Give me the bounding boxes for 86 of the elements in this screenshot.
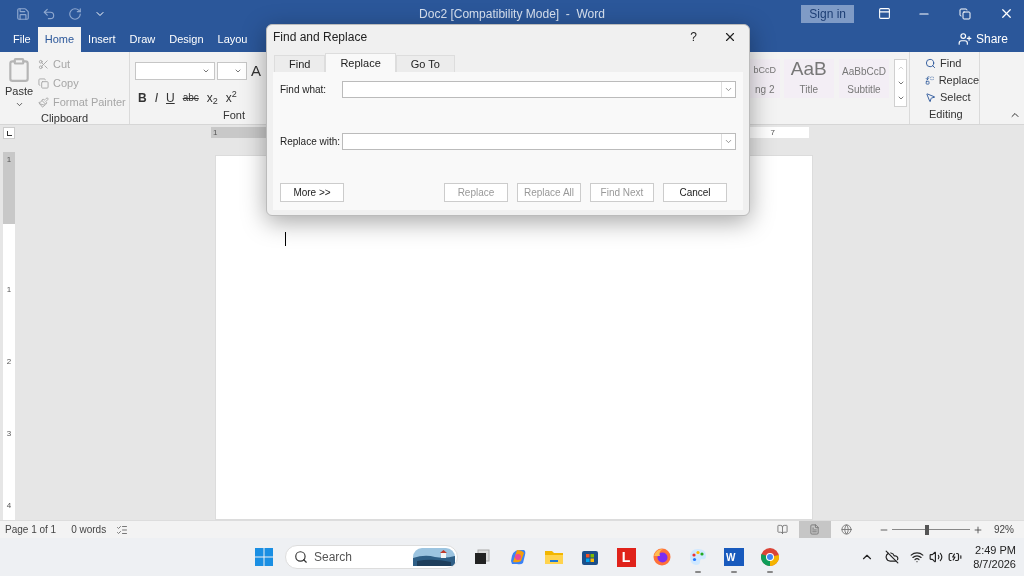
- field-label: Replace with:: [280, 135, 342, 149]
- book-icon: [777, 524, 789, 535]
- close-icon[interactable]: [999, 6, 1014, 21]
- zoom-slider[interactable]: [892, 524, 970, 535]
- close-icon[interactable]: [723, 30, 737, 44]
- globe-icon: [841, 524, 853, 535]
- field-label: Find what:: [280, 83, 328, 97]
- combo-field[interactable]: [342, 133, 736, 150]
- share-button[interactable]: Share: [957, 30, 1008, 48]
- speaker-icon[interactable]: [929, 550, 944, 564]
- word-count[interactable]: 0 words: [71, 522, 107, 537]
- dialog-tab[interactable]: Find: [274, 55, 326, 72]
- copy-icon: [38, 77, 49, 89]
- ribbon-tab[interactable]: Insert: [81, 27, 123, 52]
- ribbon-tab[interactable]: Layou: [210, 27, 255, 52]
- format-button[interactable]: U: [166, 88, 175, 107]
- page-count[interactable]: Page 1 of 1: [5, 522, 57, 537]
- dropdown-icon: [724, 137, 733, 146]
- grow-font-button[interactable]: A: [251, 60, 261, 83]
- ribbon-tab[interactable]: Home: [37, 27, 82, 52]
- paste-button[interactable]: Paste: [0, 55, 38, 110]
- style-option[interactable]: AaBbCcD Subtitle: [838, 59, 890, 98]
- replace-icon: [925, 74, 935, 86]
- view-button[interactable]: [799, 521, 831, 538]
- clipboard-icon: [6, 57, 32, 83]
- help-button[interactable]: ?: [690, 28, 697, 46]
- clock[interactable]: 2:49 PM 8/7/2026: [973, 543, 1016, 571]
- group-label: Clipboard: [40, 111, 89, 126]
- brush-icon: [38, 96, 49, 108]
- dialog-tab[interactable]: Replace: [325, 53, 396, 72]
- style-option[interactable]: bCcD ng 2: [750, 59, 780, 98]
- dropdown-icon: [724, 85, 733, 94]
- ribbon-tab[interactable]: Draw: [122, 27, 163, 52]
- styles-scroll-bar[interactable]: [894, 59, 907, 107]
- zoom-level[interactable]: 92%: [994, 522, 1014, 537]
- ribbon-display-icon[interactable]: [878, 7, 891, 20]
- zoom-in-icon[interactable]: [973, 524, 983, 535]
- wifi-icon[interactable]: [910, 550, 925, 564]
- editing-command[interactable]: Replace: [925, 71, 979, 89]
- ribbon-tab[interactable]: File: [6, 27, 38, 52]
- search-icon: [294, 550, 308, 564]
- cloud-off-icon[interactable]: [885, 550, 900, 564]
- palette-icon[interactable]: [688, 547, 708, 567]
- save-icon[interactable]: [16, 6, 30, 21]
- format-button[interactable]: I: [154, 88, 158, 107]
- group-label: Font: [223, 107, 246, 123]
- person-icon: [957, 32, 972, 46]
- page-icon: [809, 524, 821, 535]
- swirl-icon[interactable]: [508, 547, 528, 567]
- scroll-down-icon: [896, 79, 905, 87]
- restore-icon[interactable]: [959, 7, 971, 20]
- tab-selector-icon[interactable]: [3, 126, 15, 139]
- format-button[interactable]: x$^{2}$: [225, 88, 237, 107]
- font-name-field[interactable]: [135, 62, 215, 81]
- search-icon: [925, 57, 936, 69]
- task-view-icon[interactable]: [472, 547, 492, 567]
- scissors-icon: [38, 58, 49, 70]
- chrome-icon[interactable]: [760, 547, 780, 567]
- dialog-tab[interactable]: Go To: [395, 55, 455, 72]
- search-field[interactable]: Search: [285, 545, 458, 569]
- text-cursor: [285, 232, 286, 246]
- editing-command[interactable]: Find: [925, 55, 979, 72]
- proofing-icon[interactable]: [116, 523, 129, 536]
- dialog-title: Find and Replace: [273, 29, 368, 46]
- editing-command[interactable]: Select: [925, 88, 979, 106]
- format-button[interactable]: abc: [182, 90, 199, 105]
- undo-icon[interactable]: [42, 6, 56, 21]
- format-button[interactable]: x$_{2}$: [206, 88, 218, 107]
- combo-field[interactable]: [342, 81, 736, 98]
- vertical-ruler: 1 1 2 3 4: [3, 152, 15, 520]
- font-size-field[interactable]: [217, 62, 247, 81]
- redo-icon[interactable]: [68, 6, 82, 21]
- fox-globe-icon[interactable]: [652, 547, 672, 567]
- sign-in-button[interactable]: Sign in: [801, 4, 854, 23]
- format-button[interactable]: B: [138, 88, 147, 107]
- battery-icon[interactable]: [948, 550, 963, 564]
- style-option[interactable]: AaB Title: [783, 59, 834, 98]
- dialog-button[interactable]: Cancel: [663, 183, 727, 202]
- window-title: Doc2 [Compatibility Mode] - Word: [419, 5, 605, 23]
- app-icon[interactable]: L: [616, 547, 636, 567]
- app-icon[interactable]: W: [724, 548, 744, 566]
- zoom-thumb[interactable]: [925, 524, 930, 535]
- ribbon-tab[interactable]: Design: [162, 27, 211, 52]
- group-label: Editing: [929, 106, 964, 122]
- dialog-button[interactable]: More >>: [280, 183, 344, 202]
- pointer-icon: [925, 91, 936, 103]
